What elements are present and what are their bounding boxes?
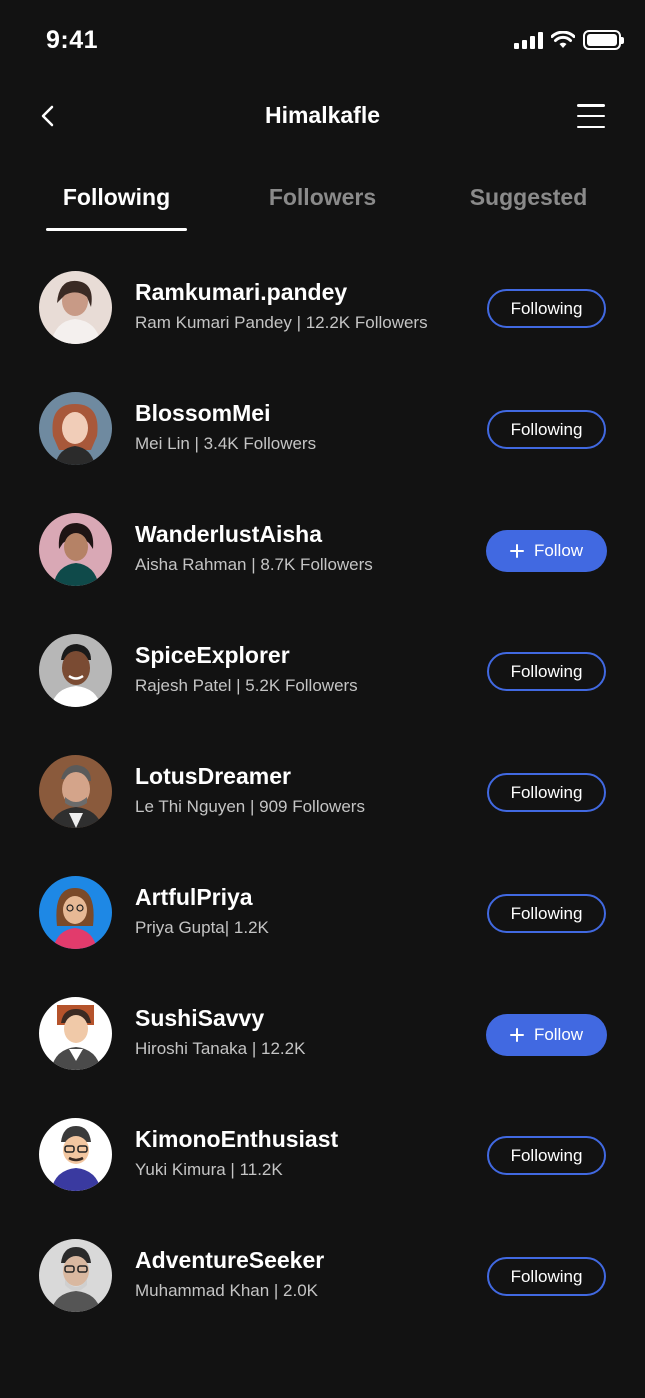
follow-button[interactable]: Follow xyxy=(486,530,607,572)
user-subtitle: Le Thi Nguyen | 909 Followers xyxy=(135,797,365,816)
user-subtitle: Ram Kumari Pandey | 12.2K Followers xyxy=(135,313,428,332)
avatar[interactable] xyxy=(39,1239,112,1312)
menu-button[interactable] xyxy=(577,104,605,128)
following-button[interactable]: Following xyxy=(487,1257,606,1296)
avatar[interactable] xyxy=(39,392,112,465)
tab-bar: Following Followers Suggested xyxy=(0,170,645,234)
list-item[interactable]: LotusDreamer Le Thi Nguyen | 909 Followe… xyxy=(0,732,645,853)
list-item[interactable]: Ramkumari.pandey Ram Kumari Pandey | 12.… xyxy=(0,248,645,369)
status-icons xyxy=(514,30,624,50)
username: SushiSavvy xyxy=(135,1005,265,1031)
user-subtitle: Muhammad Khan | 2.0K xyxy=(135,1281,319,1300)
avatar[interactable] xyxy=(39,1118,112,1191)
avatar[interactable] xyxy=(39,271,112,344)
username: BlossomMei xyxy=(135,400,271,426)
username: SpiceExplorer xyxy=(135,642,290,668)
avatar[interactable] xyxy=(39,876,112,949)
avatar[interactable] xyxy=(39,755,112,828)
user-subtitle: Hiroshi Tanaka | 12.2K xyxy=(135,1039,306,1058)
list-item[interactable]: SushiSavvy Hiroshi Tanaka | 12.2K Follow xyxy=(0,974,645,1095)
username: KimonoEnthusiast xyxy=(135,1126,339,1152)
user-subtitle: Priya Gupta| 1.2K xyxy=(135,918,269,937)
wifi-icon xyxy=(551,31,575,48)
active-tab-indicator xyxy=(46,228,187,231)
username: ArtfulPriya xyxy=(135,884,253,910)
following-button[interactable]: Following xyxy=(487,289,606,328)
user-subtitle: Rajesh Patel | 5.2K Followers xyxy=(135,676,358,695)
tab-followers[interactable]: Followers xyxy=(252,184,393,211)
status-time: 9:41 xyxy=(46,26,99,54)
follow-button-label: Follow xyxy=(533,1025,584,1044)
follow-button-label: Follow xyxy=(533,541,584,560)
tab-following[interactable]: Following xyxy=(46,184,187,211)
page-title: Himalkafle xyxy=(264,102,381,128)
avatar[interactable] xyxy=(39,997,112,1070)
status-bar: 9:41 xyxy=(0,0,645,84)
list-item[interactable]: BlossomMei Mei Lin | 3.4K Followers Foll… xyxy=(0,369,645,490)
username: Ramkumari.pandey xyxy=(135,279,348,305)
username: AdventureSeeker xyxy=(135,1247,325,1273)
user-subtitle: Yuki Kimura | 11.2K xyxy=(135,1160,283,1179)
list-item[interactable]: AdventureSeeker Muhammad Khan | 2.0K Fol… xyxy=(0,1216,645,1337)
tab-suggested[interactable]: Suggested xyxy=(458,184,599,211)
following-button[interactable]: Following xyxy=(487,773,606,812)
cellular-signal-icon xyxy=(514,31,543,49)
header: Himalkafle xyxy=(0,84,645,150)
list-item[interactable]: WanderlustAisha Aisha Rahman | 8.7K Foll… xyxy=(0,490,645,611)
plus-icon xyxy=(509,544,524,558)
follow-button[interactable]: Follow xyxy=(486,1014,607,1056)
list-item[interactable]: ArtfulPriya Priya Gupta| 1.2K Following xyxy=(0,853,645,974)
following-button[interactable]: Following xyxy=(487,894,606,933)
user-subtitle: Mei Lin | 3.4K Followers xyxy=(135,434,317,453)
user-subtitle: Aisha Rahman | 8.7K Followers xyxy=(135,555,373,574)
plus-icon xyxy=(509,1028,524,1042)
list-item[interactable]: SpiceExplorer Rajesh Patel | 5.2K Follow… xyxy=(0,611,645,732)
avatar[interactable] xyxy=(39,513,112,586)
username: LotusDreamer xyxy=(135,763,291,789)
following-button[interactable]: Following xyxy=(487,652,606,691)
avatar[interactable] xyxy=(39,634,112,707)
hamburger-icon xyxy=(577,104,605,107)
battery-icon xyxy=(583,30,624,50)
following-button[interactable]: Following xyxy=(487,410,606,449)
following-button[interactable]: Following xyxy=(487,1136,606,1175)
username: WanderlustAisha xyxy=(135,521,323,547)
list-item[interactable]: KimonoEnthusiast Yuki Kimura | 11.2K Fol… xyxy=(0,1095,645,1216)
